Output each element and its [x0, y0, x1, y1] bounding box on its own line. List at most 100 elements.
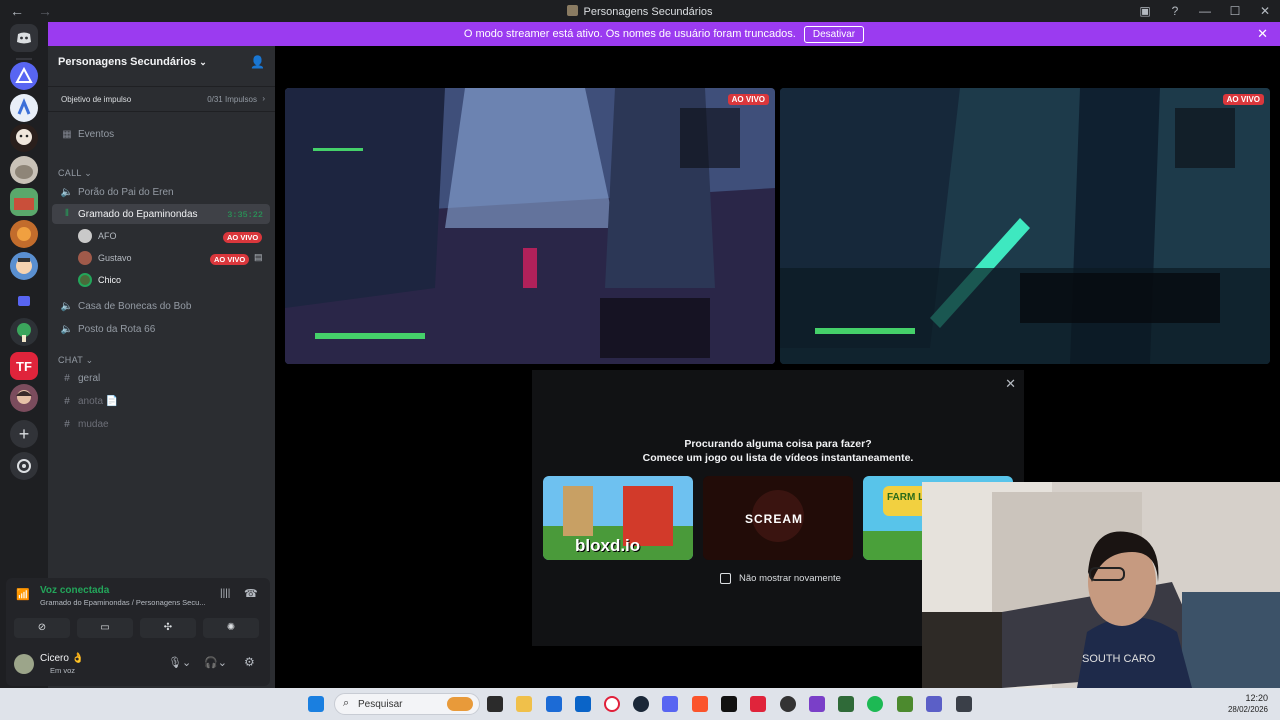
close-window-button[interactable]: ✕	[1250, 4, 1280, 18]
server-icon-6[interactable]	[10, 220, 38, 248]
voice-channel-porao[interactable]: 🔈 Porão do Pai do Eren	[60, 184, 174, 200]
search-highlight-icon	[447, 697, 473, 711]
minecraft-icon[interactable]	[897, 696, 913, 712]
headphones-icon[interactable]: 🎧⌄	[204, 656, 227, 669]
screen-share-icon: ▤	[254, 252, 263, 262]
hash-icon: #	[64, 418, 70, 430]
help-icon[interactable]: ?	[1160, 4, 1190, 18]
gear-icon[interactable]: ⚙	[244, 655, 255, 669]
folder-icon[interactable]	[18, 296, 30, 306]
tiktok-icon[interactable]	[721, 696, 737, 712]
task-view-icon[interactable]	[487, 696, 503, 712]
security-icon[interactable]	[956, 696, 972, 712]
speaker-icon: 🔈	[60, 300, 74, 312]
server-name-header[interactable]: Personagens Secundários ⌄	[58, 56, 207, 68]
share-screen-button[interactable]: ▭	[77, 618, 133, 638]
streamer-mode-banner: O modo streamer está ativo. Os nomes de …	[48, 22, 1280, 46]
server-icon-5[interactable]	[10, 188, 38, 216]
app-icon-roblox[interactable]	[780, 696, 796, 712]
card-label: SCREAM	[745, 512, 804, 526]
dont-show-checkbox[interactable]	[720, 573, 731, 584]
voice-location[interactable]: Gramado do Epaminondas / Personagens Sec…	[40, 598, 206, 607]
disable-streamer-button[interactable]: Desativar	[803, 25, 865, 43]
text-channel-anota[interactable]: # anota 📄	[60, 393, 118, 409]
chevron-right-icon: ›	[262, 94, 265, 103]
store-icon[interactable]	[546, 696, 562, 712]
taskbar-search[interactable]: ⌕ Pesquisar	[334, 693, 480, 715]
stream-tile-gustavo[interactable]: AO VIVO	[780, 88, 1270, 364]
windows-taskbar: ⌕ Pesquisar 12:20 28/02/2026	[0, 688, 1280, 720]
opera-icon[interactable]	[604, 696, 620, 712]
server-icon-8[interactable]	[10, 318, 38, 346]
server-icon-9[interactable]: TF	[10, 352, 38, 380]
boost-goal-label: Objetivo de impulso	[61, 95, 132, 104]
activity-card-bloxd[interactable]: bloxd.io	[543, 476, 693, 560]
camera-off-button[interactable]: ⊘	[14, 618, 70, 638]
text-channel-geral[interactable]: # geral	[60, 370, 100, 386]
voice-channel-casa[interactable]: 🔈 Casa de Bonecas do Bob	[60, 298, 192, 314]
server-icon-4[interactable]	[10, 156, 38, 184]
server-icon-10[interactable]	[10, 384, 38, 412]
username: Cicero 👌	[40, 653, 85, 664]
app-icon-green[interactable]	[838, 696, 854, 712]
signal-icon: 📶	[16, 589, 30, 601]
speaker-icon: 🔈	[60, 323, 74, 335]
clock-time[interactable]: 12:20	[1245, 693, 1268, 703]
boost-goal-bar[interactable]: Objetivo de impulso 0/31 Impulsos ›	[48, 86, 275, 112]
live-badge: AO VIVO	[210, 254, 250, 265]
tlauncher-icon[interactable]	[750, 696, 766, 712]
minimize-button[interactable]: —	[1190, 4, 1220, 18]
server-icon-7[interactable]	[10, 252, 38, 280]
modal-line-1: Procurando alguma coisa para fazer?	[684, 438, 872, 450]
close-icon[interactable]: ✕	[1257, 26, 1268, 42]
soundboard-button[interactable]: ✺	[203, 618, 259, 638]
live-badge: AO VIVO	[727, 94, 769, 105]
text-channel-mudae[interactable]: # mudae	[60, 416, 108, 432]
banner-text: O modo streamer está ativo. Os nomes de …	[463, 28, 796, 40]
server-icon-1[interactable]	[10, 62, 38, 90]
server-icon-2[interactable]	[10, 94, 38, 122]
maximize-button[interactable]: ☐	[1220, 4, 1250, 18]
voice-user-gustavo[interactable]: Gustavo	[78, 250, 132, 266]
speaker-icon: 🔈	[60, 186, 74, 198]
category-call[interactable]: CALL ⌄	[58, 168, 92, 179]
spotify-icon[interactable]	[867, 696, 883, 712]
discord-home-icon[interactable]	[10, 24, 38, 52]
voice-channel-gramado-label: 𝍪 Gramado do Epaminondas	[60, 206, 197, 222]
file-explorer-icon[interactable]	[516, 696, 532, 712]
voice-connected-panel: 📶 Voz conectada Gramado do Epaminondas /…	[6, 578, 270, 686]
activities-button[interactable]: ✣	[140, 618, 196, 638]
voice-user-afo[interactable]: AFO	[78, 228, 117, 244]
disconnect-icon[interactable]: ☎	[244, 587, 258, 600]
avatar	[78, 229, 92, 243]
discord-taskbar-icon[interactable]	[662, 696, 678, 712]
category-chat[interactable]: CHAT ⌄	[58, 355, 94, 366]
brave-icon[interactable]	[692, 696, 708, 712]
windows-start-icon[interactable]	[308, 696, 324, 712]
add-server-icon[interactable]: +	[10, 420, 38, 448]
microphone-icon[interactable]: 🎙⌄	[168, 656, 191, 669]
discover-icon[interactable]	[10, 452, 38, 480]
invite-people-icon[interactable]: 👤	[250, 55, 265, 69]
activity-card-scream[interactable]: SCREAM	[703, 476, 853, 560]
stream-tile-afo[interactable]: AO VIVO	[285, 88, 775, 364]
outlook-icon[interactable]	[575, 696, 591, 712]
hash-icon: #	[64, 372, 70, 384]
voice-user-chico[interactable]: Chico	[78, 272, 121, 288]
events-item[interactable]: ▦ Eventos	[60, 126, 114, 142]
steam-icon[interactable]	[633, 696, 649, 712]
voice-channel-posto[interactable]: 🔈 Posto da Rota 66	[60, 321, 156, 337]
game-stream-frame	[285, 88, 775, 364]
server-icon-3[interactable]	[10, 124, 38, 152]
app-icon-purple[interactable]	[809, 696, 825, 712]
hash-icon: #	[64, 395, 70, 407]
noise-suppression-icon[interactable]: ||||	[220, 588, 230, 599]
inbox-icon[interactable]: ▣	[1130, 4, 1160, 18]
teams-icon[interactable]	[926, 696, 942, 712]
user-avatar[interactable]	[14, 654, 34, 674]
close-icon[interactable]: ✕	[1005, 376, 1016, 392]
boost-count: 0/31 Impulsos	[207, 95, 257, 104]
clock-date[interactable]: 28/02/2026	[1228, 705, 1268, 714]
user-status: Em voz	[50, 666, 76, 675]
avatar	[78, 273, 92, 287]
